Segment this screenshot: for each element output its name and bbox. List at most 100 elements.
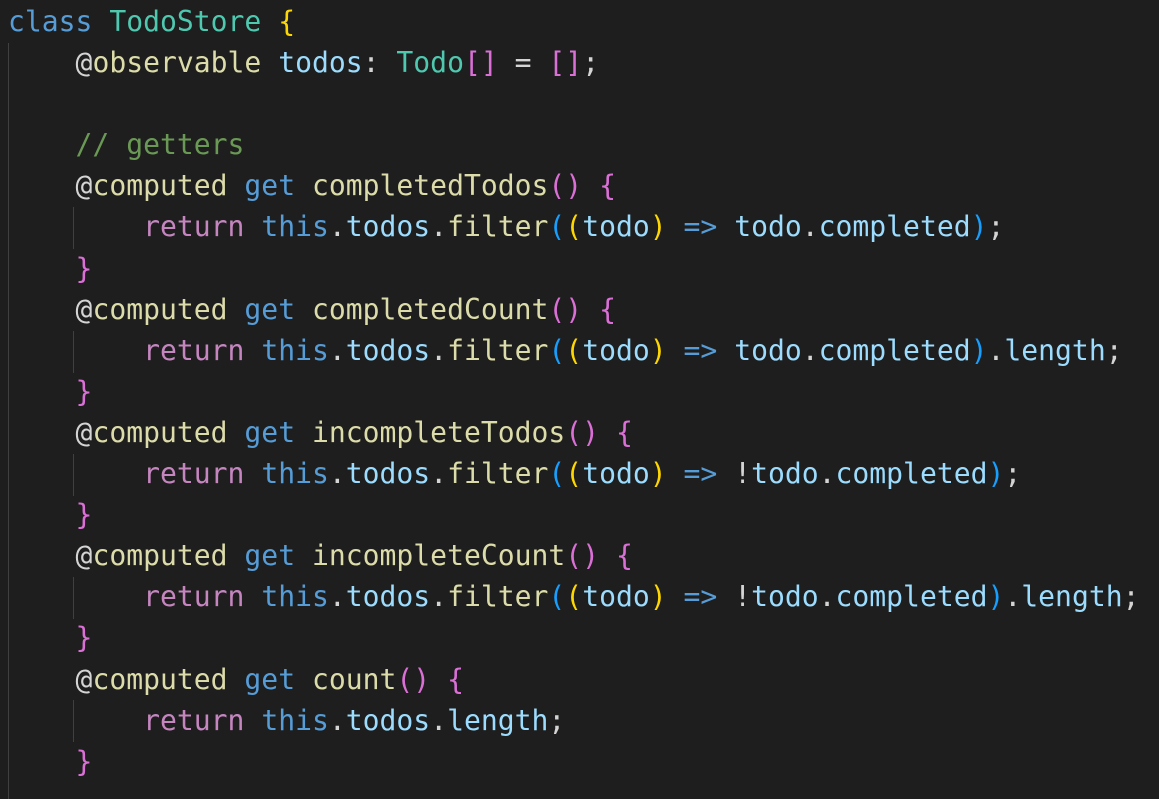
code-token: count [311, 662, 397, 696]
code-token: length [1004, 333, 1106, 367]
code-line[interactable]: @computed get incompleteCount() { [8, 535, 1140, 576]
code-token: get [244, 539, 296, 573]
code-line[interactable]: return this.todos.filter((todo) => !todo… [8, 576, 1139, 617]
code-token: @ [8, 46, 93, 80]
code-line[interactable]: } [8, 494, 1140, 535]
code-token: [] [463, 46, 498, 80]
code-token: . [328, 580, 346, 614]
code-token: todo [582, 457, 650, 491]
code-token: } [75, 498, 93, 532]
code-token: ) [987, 457, 1005, 491]
code-token: get [244, 415, 296, 449]
code-line[interactable]: // getters [8, 124, 1140, 165]
code-token: todos [345, 457, 431, 491]
code-token: TodoStore [109, 5, 262, 38]
code-token: . [328, 333, 346, 367]
code-token: : [362, 46, 397, 80]
code-token: return [143, 333, 245, 367]
code-token: ( [565, 333, 583, 367]
code-token: return [143, 703, 245, 737]
code-line[interactable]: @computed get completedTodos() { [8, 165, 1140, 206]
code-line[interactable]: ​ [8, 83, 1140, 124]
code-token: todos [345, 703, 431, 737]
code-token: . [818, 457, 836, 491]
code-token: { [447, 662, 464, 696]
code-token: computed [92, 292, 228, 326]
code-token: . [1004, 580, 1022, 614]
code-token: todo [751, 580, 819, 614]
code-line[interactable]: return this.todos.filter((todo) => !todo… [8, 453, 1140, 494]
code-token: completed [835, 580, 988, 614]
code-line[interactable]: @observable todos: Todo[] = []; [8, 42, 1140, 83]
code-token: incompleteCount [311, 539, 566, 573]
code-token: todo [582, 333, 650, 367]
code-token: ! [717, 457, 752, 491]
code-token: ) [649, 457, 667, 491]
code-token: length [447, 703, 549, 737]
code-token: . [818, 580, 836, 614]
code-token: incompleteTodos [311, 415, 566, 449]
code-token: = [497, 46, 549, 80]
code-line[interactable]: @computed get count() { [8, 659, 1140, 700]
code-token: ; [987, 210, 1005, 244]
code-line[interactable]: } [8, 617, 1140, 658]
code-line[interactable]: return this.todos.length; [8, 700, 1140, 741]
code-line[interactable]: class TodoStore { [8, 1, 1140, 42]
code-editor[interactable]: class TodoStore { @observable todos: Tod… [0, 0, 1159, 799]
code-token: ( [548, 457, 566, 491]
code-token: todos [278, 46, 363, 80]
code-token: length [1021, 580, 1123, 614]
code-token: ( [565, 210, 583, 244]
code-token: filter [447, 333, 549, 367]
code-token: . [801, 210, 819, 244]
code-line[interactable]: } [8, 741, 1140, 782]
code-token: [] [548, 46, 583, 80]
code-lines[interactable]: class TodoStore { @observable todos: Tod… [8, 1, 1140, 782]
code-token: return [143, 580, 245, 614]
code-token: () [548, 169, 583, 203]
code-line[interactable]: } [8, 248, 1140, 289]
code-line[interactable]: @computed get incompleteTodos() { [8, 412, 1140, 453]
code-token: ) [970, 210, 988, 244]
code-token: => [683, 333, 718, 367]
code-token: computed [92, 169, 228, 203]
code-token: return [143, 457, 245, 491]
code-line[interactable]: return this.todos.filter((todo) => todo.… [8, 206, 1140, 247]
code-token: this [261, 580, 329, 614]
code-token: ) [987, 580, 1005, 614]
code-token: { [599, 292, 616, 326]
code-token: () [565, 415, 600, 449]
code-token: ) [970, 333, 988, 367]
code-line[interactable]: } [8, 371, 1140, 412]
code-token: get [244, 292, 296, 326]
code-token: . [801, 333, 819, 367]
code-token: . [430, 333, 448, 367]
code-token: @ [8, 662, 93, 696]
code-token: Todo [396, 46, 464, 80]
code-line[interactable]: @computed get completedCount() { [8, 289, 1140, 330]
code-token: () [548, 292, 583, 326]
code-line[interactable]: return this.todos.filter((todo) => todo.… [8, 330, 1140, 371]
